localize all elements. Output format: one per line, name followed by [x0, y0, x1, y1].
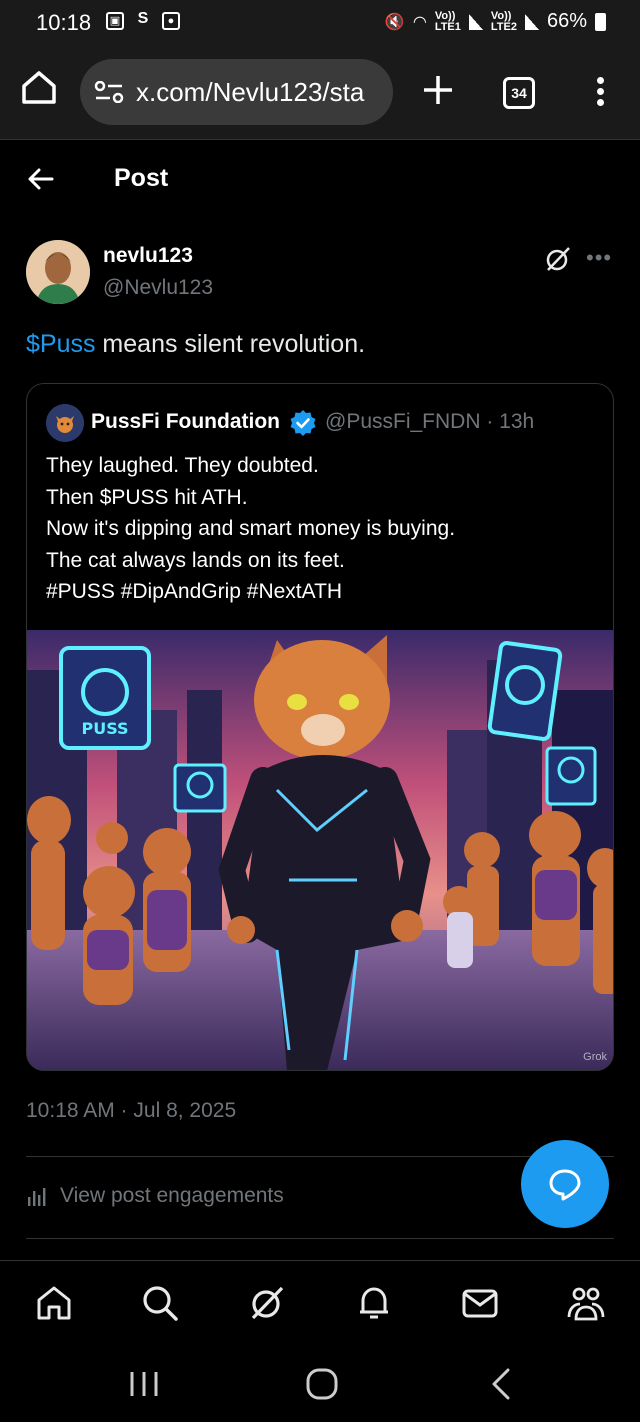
avatar-portrait — [26, 240, 90, 304]
recents-icon[interactable] — [124, 1364, 164, 1404]
post-header: Post — [0, 142, 640, 222]
quoted-author-name[interactable]: PussFi Foundation — [91, 410, 280, 434]
back-chevron-icon[interactable] — [482, 1364, 522, 1404]
network-1-label: Vo)) LTE1 — [434, 9, 461, 33]
notifications-icon[interactable] — [354, 1283, 394, 1323]
quoted-line: Now it's dipping and smart money is buyi… — [46, 517, 456, 540]
browser-toolbar: x.com/Nevlu123/sta 34 — [0, 46, 640, 140]
post-text: $Puss means silent revolution. — [26, 330, 365, 359]
status-time: 10:18 — [36, 10, 92, 35]
quoted-post-card[interactable]: PussFi Foundation @PussFi_FNDN · 13h The… — [26, 383, 614, 1071]
back-arrow-icon[interactable] — [26, 164, 56, 194]
engagements-label[interactable]: View post engagements — [60, 1184, 284, 1208]
status-notification-icons: ▣ S ● — [106, 10, 180, 30]
cyber-cat-illustration: PUSS — [27, 630, 613, 1070]
address-bar[interactable]: x.com/Nevlu123/sta — [80, 59, 393, 125]
verified-badge-icon — [290, 410, 316, 436]
post-text-body: means silent revolution. — [95, 330, 366, 358]
quoted-hashtags[interactable]: #PUSS #DipAndGrip #NextATH — [46, 576, 455, 608]
grok-icon[interactable] — [247, 1283, 287, 1323]
new-tab-icon[interactable] — [418, 70, 458, 110]
avatar[interactable] — [26, 240, 90, 304]
quoted-line: Then $PUSS hit ATH. — [46, 485, 248, 509]
quoted-avatar[interactable] — [46, 404, 84, 442]
tab-switcher-button[interactable]: 34 — [503, 77, 535, 109]
search-icon[interactable] — [140, 1283, 180, 1323]
bottom-tab-bar — [0, 1260, 640, 1342]
quoted-line: They laughed. They doubted. — [46, 454, 319, 477]
camera-app-icon: ● — [162, 12, 180, 30]
signal-1-icon — [468, 13, 483, 30]
cashtag-link[interactable]: $Puss — [26, 330, 95, 358]
wifi-icon: ◠ — [412, 13, 427, 31]
quoted-avatar-cat — [46, 404, 84, 442]
browser-menu-icon[interactable] — [590, 74, 610, 114]
home-icon[interactable] — [18, 66, 60, 108]
author-name[interactable]: nevlu123 — [103, 244, 193, 268]
page-title: Post — [114, 164, 169, 192]
post-timestamp: 10:18 AM · Jul 8, 2025 — [26, 1099, 237, 1122]
app-s-icon: S — [137, 10, 149, 27]
quoted-text: They laughed. They doubted. Then $PUSS h… — [46, 450, 455, 608]
neon-sign-text: PUSS — [81, 719, 128, 738]
network-2-label: Vo)) LTE2 — [490, 9, 517, 33]
divider — [26, 1156, 614, 1157]
mute-icon: 🔇 — [384, 13, 405, 31]
quoted-post-image[interactable]: PUSS Grok — [27, 630, 613, 1070]
home-icon[interactable] — [34, 1283, 74, 1323]
reply-fab-button[interactable] — [521, 1140, 609, 1228]
home-circle-icon[interactable] — [302, 1364, 342, 1404]
url-text[interactable]: x.com/Nevlu123/sta — [136, 77, 364, 108]
signal-2-icon — [524, 13, 539, 30]
site-settings-icon[interactable] — [94, 81, 124, 103]
messages-icon[interactable] — [460, 1283, 500, 1323]
grok-watermark: Grok — [583, 1051, 607, 1063]
communities-icon[interactable] — [566, 1283, 606, 1323]
battery-icon — [595, 12, 606, 31]
quoted-line: The cat always lands on its feet. — [46, 548, 345, 572]
more-options-icon[interactable]: ••• — [586, 245, 612, 271]
gallery-icon: ▣ — [106, 12, 124, 30]
system-navigation-bar — [0, 1342, 640, 1422]
view-engagements-link[interactable]: View post engagements — [26, 1184, 284, 1208]
quoted-handle-time[interactable]: @PussFi_FNDN · 13h — [325, 410, 534, 434]
grok-icon[interactable] — [544, 245, 572, 273]
battery-percent: 66% — [546, 10, 587, 32]
divider — [26, 1238, 614, 1239]
author-handle[interactable]: @Nevlu123 — [103, 276, 213, 300]
status-bar: 10:18 ▣ S ● 🔇 ◠ Vo)) LTE1 Vo)) LTE2 66% — [0, 0, 640, 46]
analytics-icon — [28, 1188, 46, 1206]
status-right-icons: 🔇 ◠ Vo)) LTE1 Vo)) LTE2 66% — [385, 10, 606, 33]
reply-bubble-icon — [549, 1169, 581, 1201]
